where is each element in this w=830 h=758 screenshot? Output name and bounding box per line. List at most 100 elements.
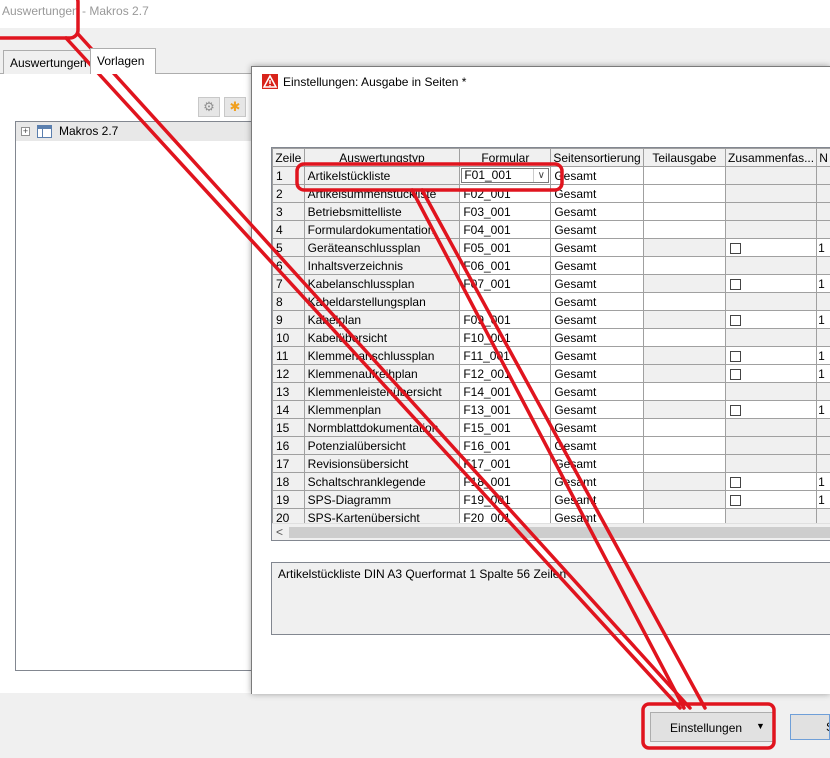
seitensortierung-cell[interactable]: Gesamt [550,202,644,221]
table-row[interactable]: 12 Klemmenaufreihplan F12_001 Gesamt 1 [272,364,830,383]
seitensortierung-cell[interactable]: Gesamt [550,382,644,401]
teilausgabe-cell[interactable] [642,382,727,401]
table-row[interactable]: 14 Klemmenplan F13_001 Gesamt 1 [272,400,830,419]
table-row[interactable]: 6 Inhaltsverzeichnis F06_001 Gesamt [272,256,830,275]
seitensortierung-cell[interactable]: Gesamt [550,238,644,257]
table-row[interactable]: 19 SPS-Diagramm F19_001 Gesamt 1 [272,490,830,509]
n-cell[interactable] [816,166,830,185]
teilausgabe-cell[interactable] [642,166,727,185]
teilausgabe-cell[interactable] [642,292,727,311]
formular-cell[interactable] [459,292,552,311]
seitensortierung-cell[interactable]: Gesamt [550,256,644,275]
dropdown-arrow-icon[interactable]: ▼ [756,721,765,731]
teilausgabe-cell[interactable] [642,274,727,293]
table-row[interactable]: 17 Revisionsübersicht F17_001 Gesamt [272,454,830,473]
seitensortierung-cell[interactable]: Gesamt [550,364,644,383]
chevron-down-icon[interactable]: ∨ [533,169,548,182]
seitensortierung-cell[interactable]: Gesamt [550,328,644,347]
scrollbar-thumb[interactable] [289,527,830,538]
n-cell[interactable]: 1 [816,346,830,365]
n-cell[interactable] [816,328,830,347]
table-row[interactable]: 9 Kabelplan F09_001 Gesamt 1 [272,310,830,329]
formular-cell[interactable]: F03_001 [459,202,552,221]
seitensortierung-cell[interactable]: Gesamt [550,418,644,437]
formular-cell[interactable]: F04_001 [459,220,552,239]
gear-icon[interactable]: ⚙ [198,97,220,117]
zusammenfassung-checkbox[interactable] [730,476,742,488]
teilausgabe-cell[interactable] [642,364,727,383]
formular-cell[interactable]: F13_001 [459,400,552,419]
scroll-left-icon[interactable]: < [276,525,283,539]
teilausgabe-cell[interactable] [642,454,727,473]
column-header-seitensortierung[interactable]: Seitensortierung [550,148,644,167]
teilausgabe-cell[interactable] [642,400,727,419]
teilausgabe-cell[interactable] [642,328,727,347]
table-row[interactable]: 1 Artikelstückliste F01_001 ∨ Gesamt [272,166,830,185]
seitensortierung-cell[interactable]: Gesamt [550,436,644,455]
tab-auswertungen[interactable]: Auswertungen [3,50,91,74]
zusammenfassung-checkbox[interactable] [730,314,742,326]
zusammenfassung-checkbox[interactable] [730,368,742,380]
formular-cell[interactable]: F02_001 [459,184,552,203]
seitensortierung-cell[interactable]: Gesamt [550,310,644,329]
n-cell[interactable]: 1 [816,364,830,383]
n-cell[interactable]: 1 [816,490,830,509]
horizontal-scrollbar[interactable]: < [272,523,830,540]
seitensortierung-cell[interactable]: Gesamt [550,292,644,311]
n-cell[interactable] [816,454,830,473]
zusammenfassung-checkbox[interactable] [730,494,742,506]
table-row[interactable]: 8 Kabeldarstellungsplan Gesamt [272,292,830,311]
teilausgabe-cell[interactable] [642,238,727,257]
formular-cell[interactable]: F05_001 [459,238,552,257]
seitensortierung-cell[interactable]: Gesamt [550,400,644,419]
formular-cell[interactable]: F11_001 [459,346,552,365]
table-row[interactable]: 13 Klemmenleistenübersicht F14_001 Gesamt [272,382,830,401]
n-cell[interactable]: 1 [816,472,830,491]
expand-icon[interactable]: + [21,127,30,136]
n-cell[interactable]: 1 [816,310,830,329]
table-row[interactable]: 11 Klemmenanschlussplan F11_001 Gesamt 1 [272,346,830,365]
teilausgabe-cell[interactable] [642,310,727,329]
n-cell[interactable]: 1 [816,400,830,419]
teilausgabe-cell[interactable] [642,346,727,365]
teilausgabe-cell[interactable] [642,490,727,509]
seitensortierung-cell[interactable]: Gesamt [550,346,644,365]
formular-cell[interactable]: F12_001 [459,364,552,383]
teilausgabe-cell[interactable] [642,256,727,275]
formular-cell[interactable]: F10_001 [459,328,552,347]
column-header-formular[interactable]: Formular [459,148,552,167]
teilausgabe-cell[interactable] [642,184,727,203]
n-cell[interactable] [816,256,830,275]
n-cell[interactable] [816,292,830,311]
zusammenfassung-checkbox[interactable] [730,404,742,416]
formular-cell[interactable]: F09_001 [459,310,552,329]
formular-dropdown[interactable]: F01_001 ∨ [461,168,550,183]
table-row[interactable]: 2 Artikelsummenstückliste F02_001 Gesamt [272,184,830,203]
n-cell[interactable] [816,382,830,401]
seitensortierung-cell[interactable]: Gesamt [550,472,644,491]
seitensortierung-cell[interactable]: Gesamt [550,274,644,293]
formular-cell[interactable]: F17_001 [459,454,552,473]
formular-cell[interactable]: F19_001 [459,490,552,509]
seitensortierung-cell[interactable]: Gesamt [550,220,644,239]
table-row[interactable]: 5 Geräteanschlussplan F05_001 Gesamt 1 [272,238,830,257]
n-cell[interactable] [816,202,830,221]
table-row[interactable]: 4 Formulardokumentation F04_001 Gesamt [272,220,830,239]
n-cell[interactable] [816,436,830,455]
column-header-n[interactable]: N [816,148,830,167]
n-cell[interactable]: 1 [816,274,830,293]
zusammenfassung-checkbox[interactable] [730,350,742,362]
table-row[interactable]: 15 Normblattdokumentation F15_001 Gesamt [272,418,830,437]
teilausgabe-cell[interactable] [642,472,727,491]
n-cell[interactable] [816,184,830,203]
column-header-teilausgabe[interactable]: Teilausgabe [642,148,727,167]
seitensortierung-cell[interactable]: Gesamt [550,166,644,185]
formular-cell[interactable]: F07_001 [459,274,552,293]
formular-cell[interactable]: F18_001 [459,472,552,491]
table-row[interactable]: 3 Betriebsmittelliste F03_001 Gesamt [272,202,830,221]
n-cell[interactable] [816,418,830,437]
zusammenfassung-checkbox[interactable] [730,278,742,290]
column-header-auswertungstyp[interactable]: Auswertungstyp [303,148,461,167]
star-icon[interactable]: ✱ [224,97,246,117]
table-row[interactable]: 10 Kabelübersicht F10_001 Gesamt [272,328,830,347]
